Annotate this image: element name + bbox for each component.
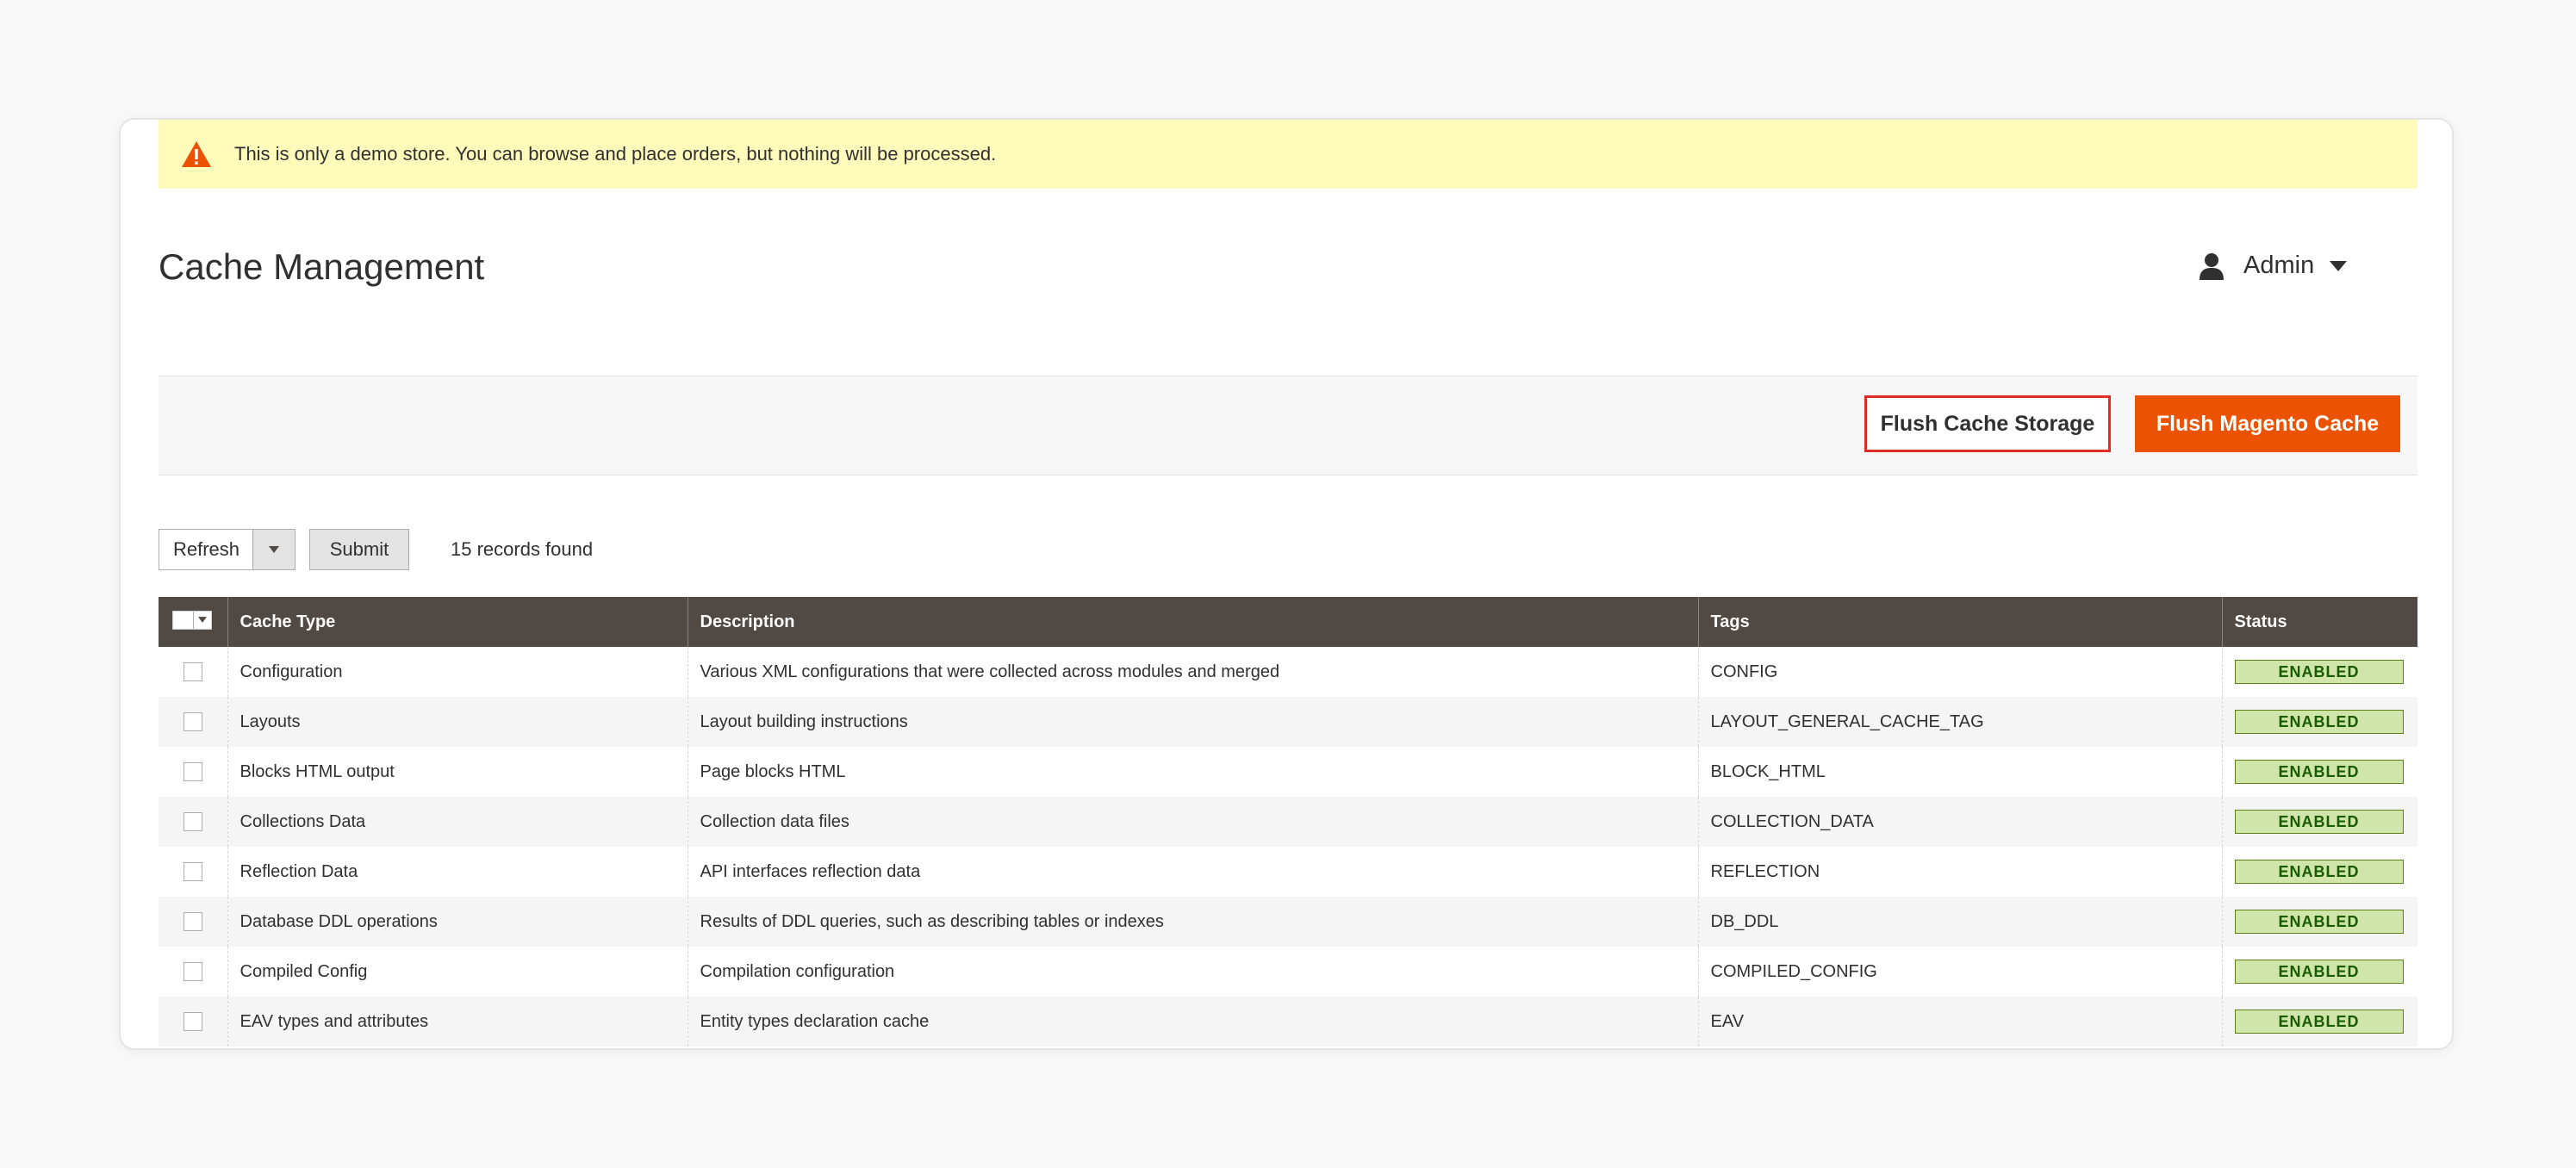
table-row[interactable]: Database DDL operations Results of DDL q… bbox=[159, 897, 2417, 947]
select-all-header bbox=[159, 597, 227, 647]
triangle-down-icon bbox=[198, 617, 208, 623]
status-cell: ENABLED bbox=[2221, 897, 2417, 947]
row-select-cell bbox=[159, 747, 227, 797]
row-checkbox[interactable] bbox=[183, 912, 202, 932]
mass-select-checkbox[interactable] bbox=[172, 610, 212, 630]
cache-type-cell: Layouts bbox=[227, 697, 688, 747]
demo-notice-text: This is only a demo store. You can brows… bbox=[234, 143, 997, 165]
description-cell: Layout building instructions bbox=[687, 697, 1698, 747]
description-cell: Results of DDL queries, such as describi… bbox=[687, 897, 1698, 947]
status-cell: ENABLED bbox=[2221, 747, 2417, 797]
row-select-cell bbox=[159, 697, 227, 747]
column-header-tags[interactable]: Tags bbox=[1697, 597, 2222, 647]
tags-cell: BLOCK_HTML bbox=[1697, 747, 2222, 797]
cache-type-cell: Collections Data bbox=[227, 797, 688, 847]
row-checkbox[interactable] bbox=[183, 962, 202, 982]
tags-cell: COLLECTION_DATA bbox=[1697, 797, 2222, 847]
description-cell: Entity types declaration cache bbox=[687, 997, 1698, 1047]
table-row[interactable]: EAV types and attributes Entity types de… bbox=[159, 997, 2417, 1047]
row-select-cell bbox=[159, 847, 227, 897]
status-cell: ENABLED bbox=[2221, 947, 2417, 997]
mass-action-selected: Refresh bbox=[173, 538, 240, 560]
row-checkbox[interactable] bbox=[183, 762, 202, 782]
admin-page-frame: This is only a demo store. You can brows… bbox=[119, 118, 2454, 1050]
mass-action-dropdown-toggle[interactable] bbox=[252, 530, 295, 569]
cache-type-cell: Configuration bbox=[227, 647, 688, 697]
row-checkbox[interactable] bbox=[183, 1012, 202, 1032]
cache-type-cell: Blocks HTML output bbox=[227, 747, 688, 797]
status-badge: ENABLED bbox=[2234, 960, 2404, 984]
status-cell: ENABLED bbox=[2221, 697, 2417, 747]
table-row[interactable]: Collections Data Collection data files C… bbox=[159, 797, 2417, 847]
row-checkbox[interactable] bbox=[183, 862, 202, 882]
tags-cell: CONFIG bbox=[1697, 647, 2222, 697]
row-select-cell bbox=[159, 797, 227, 847]
cache-grid: Cache Type Description Tags Status Confi… bbox=[159, 597, 2417, 1047]
cache-type-cell: Compiled Config bbox=[227, 947, 688, 997]
status-badge: ENABLED bbox=[2234, 710, 2404, 734]
status-cell: ENABLED bbox=[2221, 797, 2417, 847]
row-checkbox[interactable] bbox=[183, 662, 202, 682]
flush-magento-cache-button[interactable]: Flush Magento Cache bbox=[2135, 395, 2400, 452]
grid-header-row: Cache Type Description Tags Status bbox=[159, 597, 2417, 647]
tags-cell: LAYOUT_GENERAL_CACHE_TAG bbox=[1697, 697, 2222, 747]
records-count: 15 records found bbox=[451, 538, 594, 560]
table-row[interactable]: Configuration Various XML configurations… bbox=[159, 647, 2417, 697]
row-select-cell bbox=[159, 647, 227, 697]
description-cell: Page blocks HTML bbox=[687, 747, 1698, 797]
row-checkbox[interactable] bbox=[183, 812, 202, 832]
column-header-status[interactable]: Status bbox=[2221, 597, 2417, 647]
flush-cache-storage-button[interactable]: Flush Cache Storage bbox=[1864, 395, 2111, 452]
table-row[interactable]: Blocks HTML output Page blocks HTML BLOC… bbox=[159, 747, 2417, 797]
tags-cell: EAV bbox=[1697, 997, 2222, 1047]
demo-notice: This is only a demo store. You can brows… bbox=[159, 120, 2417, 189]
tags-cell: COMPILED_CONFIG bbox=[1697, 947, 2222, 997]
status-badge: ENABLED bbox=[2234, 1010, 2404, 1034]
submit-button[interactable]: Submit bbox=[309, 529, 409, 570]
mass-action-select[interactable]: Refresh bbox=[159, 529, 296, 570]
status-badge: ENABLED bbox=[2234, 860, 2404, 884]
status-cell: ENABLED bbox=[2221, 847, 2417, 897]
admin-user-label: Admin bbox=[2243, 252, 2315, 279]
row-select-cell bbox=[159, 897, 227, 947]
cache-type-cell: EAV types and attributes bbox=[227, 997, 688, 1047]
description-cell: Compilation configuration bbox=[687, 947, 1698, 997]
table-row[interactable]: Layouts Layout building instructions LAY… bbox=[159, 697, 2417, 747]
description-cell: Collection data files bbox=[687, 797, 1698, 847]
tags-cell: REFLECTION bbox=[1697, 847, 2222, 897]
user-icon bbox=[2200, 252, 2224, 280]
status-badge: ENABLED bbox=[2234, 660, 2404, 684]
table-row[interactable]: Compiled Config Compilation configuratio… bbox=[159, 947, 2417, 997]
status-badge: ENABLED bbox=[2234, 810, 2404, 834]
status-badge: ENABLED bbox=[2234, 760, 2404, 784]
description-cell: Various XML configurations that were col… bbox=[687, 647, 1698, 697]
description-cell: API interfaces reflection data bbox=[687, 847, 1698, 897]
mass-action-form: Refresh Submit 15 records found bbox=[159, 529, 593, 570]
status-cell: ENABLED bbox=[2221, 997, 2417, 1047]
tags-cell: DB_DDL bbox=[1697, 897, 2222, 947]
status-badge: ENABLED bbox=[2234, 910, 2404, 934]
warning-icon bbox=[182, 141, 211, 167]
admin-user-menu[interactable]: Admin bbox=[2199, 252, 2348, 280]
cache-type-cell: Database DDL operations bbox=[227, 897, 688, 947]
cache-type-cell: Reflection Data bbox=[227, 847, 688, 897]
table-row[interactable]: Reflection Data API interfaces reflectio… bbox=[159, 847, 2417, 897]
chevron-down-icon bbox=[2330, 260, 2348, 271]
page-actions-bar: Flush Cache Storage Flush Magento Cache bbox=[159, 376, 2417, 475]
row-select-cell bbox=[159, 997, 227, 1047]
row-select-cell bbox=[159, 947, 227, 997]
triangle-down-icon bbox=[269, 546, 279, 553]
column-header-cache-type[interactable]: Cache Type bbox=[227, 597, 688, 647]
status-cell: ENABLED bbox=[2221, 647, 2417, 697]
row-checkbox[interactable] bbox=[183, 712, 202, 732]
page-title: Cache Management bbox=[159, 246, 485, 287]
column-header-description[interactable]: Description bbox=[687, 597, 1698, 647]
